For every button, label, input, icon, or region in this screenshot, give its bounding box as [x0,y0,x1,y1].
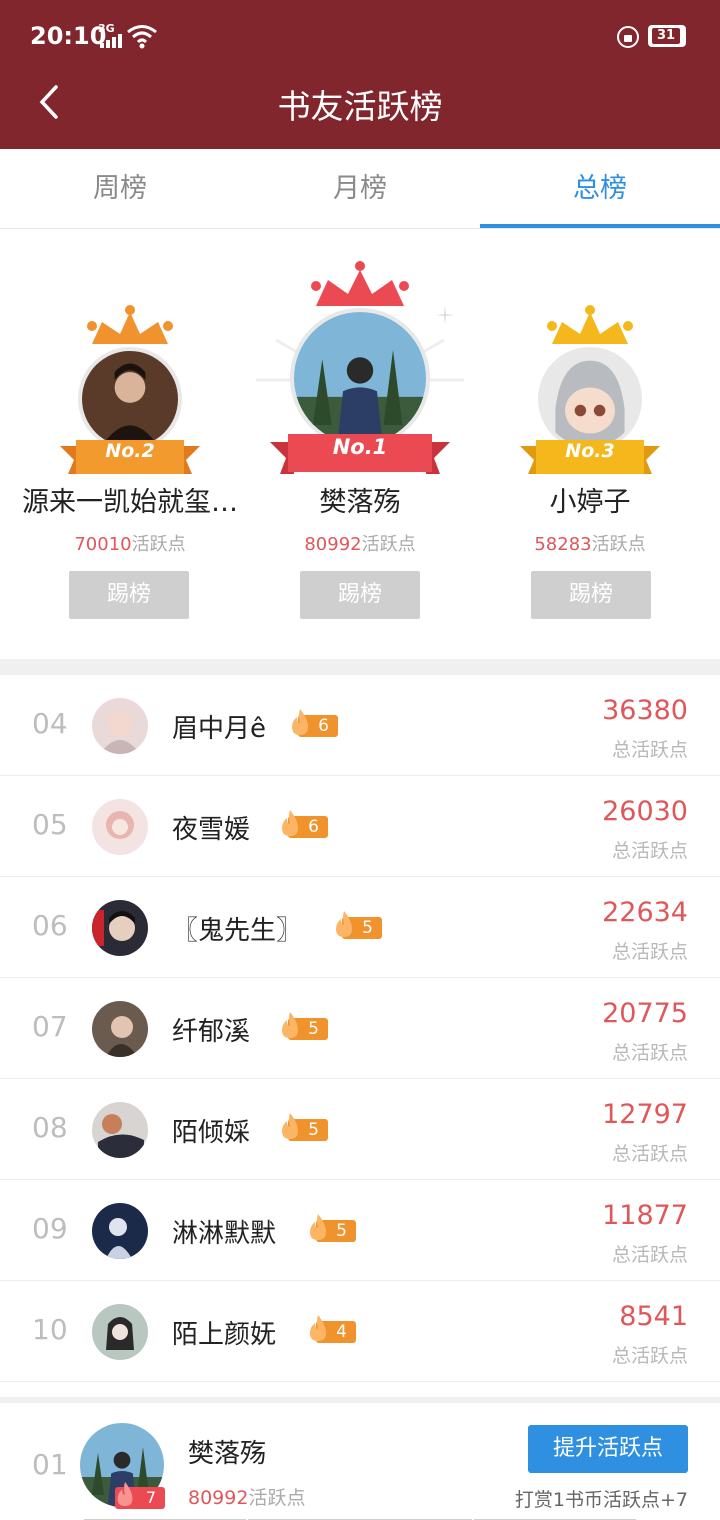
fire-icon [310,1214,326,1240]
user-name: 樊落殇 [319,487,401,518]
user-name: 夜雪媛 [172,815,251,845]
my-rank-bar: 01 7 樊落殇 80992活跃点 提升活跃点 打赏1书币活跃点+7 [0,1397,720,1520]
level-badge: 5 [276,1113,328,1141]
page-title: 书友活跃榜 [277,87,443,126]
reward-hint: 打赏1书币活跃点+7 [514,1489,688,1511]
rank-number: 09 [32,1212,68,1245]
avatar[interactable] [92,1001,148,1057]
rank-number: 05 [32,808,68,841]
user-name: 纤郁溪 [172,1017,251,1047]
user-name: 小婷子 [549,487,631,518]
list-item[interactable]: 06 〖鬼先生〗 5 22634 总活跃点 [0,877,720,978]
signal-icon [100,34,124,48]
level-badge: 5 [304,1214,356,1242]
user-score: 70010活跃点 [74,534,186,555]
kick-button[interactable]: 踢榜 [300,571,420,619]
rank-ribbon-label: No.1 [332,435,388,459]
tab-bar: 周榜 月榜 总榜 [0,149,720,229]
list-item[interactable]: 07 纤郁溪 5 20775 总活跃点 [0,978,720,1079]
section-divider [0,659,720,675]
tab-monthly[interactable]: 月榜 [240,149,480,229]
podium-second: No.2 源来一凯始就玺… 70010活跃点 踢榜 [10,230,250,660]
score-label: 总活跃点 [611,1143,688,1165]
score-label: 总活跃点 [611,1345,688,1367]
fire-icon [117,1481,133,1507]
battery-icon: 31 [648,25,686,47]
score-label: 总活跃点 [611,840,688,862]
user-name: 眉中月ê [172,714,266,744]
podium-third: No.3 小婷子 58283活跃点 踢榜 [470,230,710,660]
sparkle-icon [436,306,454,324]
user-score: 80992活跃点 [304,534,416,555]
list-item[interactable]: 08 陌倾婇 5 12797 总活跃点 [0,1079,720,1180]
user-score: 12797 [602,1099,688,1130]
fire-icon [282,810,298,836]
avatar[interactable] [92,1203,148,1259]
user-name: 陌倾婇 [172,1118,251,1148]
user-score: 36380 [602,695,688,726]
rank-ribbon-label: No.2 [105,440,155,462]
list-item[interactable]: 04 眉中月ê 6 36380 总活跃点 [0,675,720,776]
tab-total[interactable]: 总榜 [480,149,720,229]
user-name: 陌上颜妩 [172,1320,277,1350]
list-item[interactable]: 05 夜雪媛 6 26030 总活跃点 [0,776,720,877]
my-name: 樊落殇 [188,1439,267,1469]
user-name: 〖鬼先生〗 [172,916,303,946]
list-item[interactable]: 10 陌上颜妩 4 8541 总活跃点 [0,1281,720,1382]
level-badge: 5 [276,1012,328,1040]
my-score: 80992活跃点 [188,1487,306,1509]
avatar[interactable] [92,698,148,754]
battery-level: 31 [652,28,680,44]
level-badge: 5 [330,911,382,939]
rank-number: 10 [32,1313,68,1346]
score-label: 总活跃点 [611,941,688,963]
avatar[interactable] [92,900,148,956]
rank-number: 07 [32,1010,68,1043]
level-badge: 6 [276,810,328,838]
wifi-icon [127,25,157,49]
user-score: 58283活跃点 [534,534,646,555]
tab-weekly[interactable]: 周榜 [0,149,240,229]
fire-icon [310,1315,326,1341]
user-score: 22634 [602,897,688,928]
user-score: 26030 [602,796,688,827]
list-item[interactable]: 09 淋淋默默 5 11877 总活跃点 [0,1180,720,1281]
level-badge: 6 [286,709,338,737]
rank-number: 04 [32,707,68,740]
podium-first: No.1 樊落殇 80992活跃点 踢榜 [240,230,480,660]
avatar[interactable] [92,1102,148,1158]
score-label: 总活跃点 [611,1244,688,1266]
user-score: 8541 [619,1301,688,1332]
user-score: 11877 [602,1200,688,1231]
status-bar: 20:10 3G 31 [0,0,720,70]
status-time: 20:10 [30,22,107,50]
avatar[interactable] [92,1304,148,1360]
score-label: 总活跃点 [611,739,688,761]
score-label: 总活跃点 [611,1042,688,1064]
podium: No.2 源来一凯始就玺… 70010活跃点 踢榜 No.1 樊落殇 80992… [0,230,720,660]
kick-button[interactable]: 踢榜 [69,571,189,619]
tab-indicator [480,224,720,228]
avatar[interactable] [290,308,430,448]
rank-number: 06 [32,909,68,942]
rank-ribbon-label: No.3 [565,440,615,462]
rank-number: 08 [32,1111,68,1144]
kick-button[interactable]: 踢榜 [531,571,651,619]
app-header: 20:10 3G 31 书友活跃榜 [0,0,720,149]
user-name: 源来一凯始就玺… [22,487,238,518]
my-rank-number: 01 [32,1448,68,1481]
user-score: 20775 [602,998,688,1029]
avatar[interactable] [92,799,148,855]
fire-icon [282,1012,298,1038]
rotation-lock-icon [617,26,639,48]
user-name: 淋淋默默 [172,1219,277,1249]
boost-activity-button[interactable]: 提升活跃点 [528,1425,688,1473]
fire-icon [336,911,352,937]
fire-icon [282,1113,298,1139]
level-badge: 4 [304,1315,356,1343]
fire-icon [292,709,308,735]
